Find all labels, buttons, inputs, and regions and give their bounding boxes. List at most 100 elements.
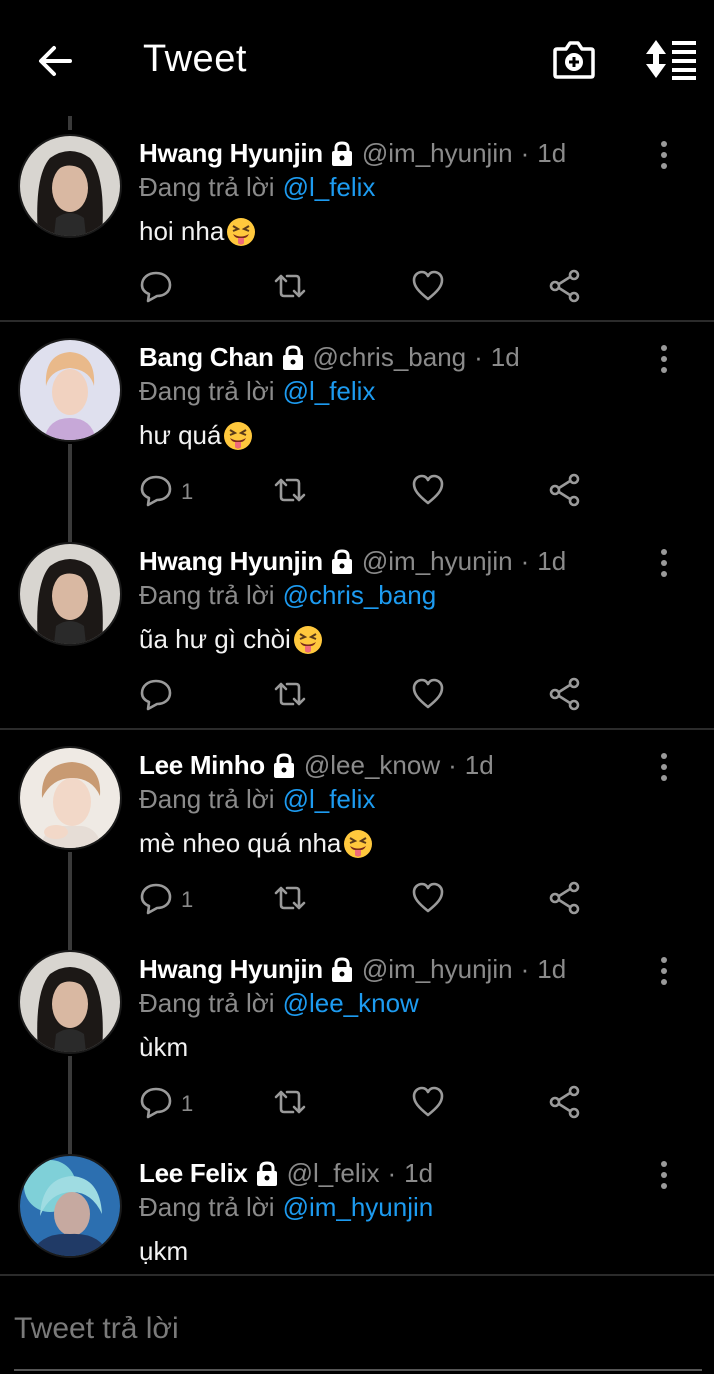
sort-replies-icon[interactable] [644, 38, 698, 80]
tweet-header: Bang Chan @chris_bang · 1d [139, 342, 520, 373]
tweet-reply[interactable]: Hwang Hyunjin @im_hyunjin · 1d Đang trả … [0, 936, 714, 1140]
tweet-reply[interactable]: Hwang Hyunjin @im_hyunjin · 1d Đang trả … [0, 528, 714, 732]
replying-to: Đang trả lời @lee_know [139, 988, 419, 1019]
tweet-header: Lee Felix @l_felix · 1d [139, 1158, 433, 1189]
tweet-reply[interactable]: Bang Chan @chris_bang · 1d Đang trả lời @… [0, 324, 714, 528]
tweet-header: Hwang Hyunjin @im_hyunjin · 1d [139, 546, 566, 577]
replying-to-label: Đang trả lời [139, 784, 275, 814]
reply-icon [139, 269, 173, 308]
lock-icon [255, 1160, 279, 1187]
page-title: Tweet [143, 38, 247, 80]
retweet-button[interactable] [273, 474, 307, 510]
back-arrow-icon[interactable] [34, 40, 76, 82]
tweet-actions: 1 [139, 1085, 599, 1126]
reply-button[interactable]: 1 [139, 882, 193, 918]
lock-icon [330, 548, 354, 575]
mention-link[interactable]: @lee_know [283, 988, 419, 1018]
reply-icon [139, 677, 173, 716]
more-options-icon[interactable] [653, 956, 675, 986]
avatar-hwang-hyunjin[interactable] [18, 542, 122, 646]
share-button[interactable] [548, 1085, 582, 1124]
tweet-reply[interactable]: Lee Minho @lee_know · 1d Đang trả lời @l_… [0, 732, 714, 936]
more-options-icon[interactable] [653, 548, 675, 578]
like-button[interactable] [411, 1086, 445, 1122]
tweet-text: ũa hư gì chòi [139, 624, 323, 655]
mention-link[interactable]: @l_felix [283, 376, 376, 406]
reply-icon [139, 473, 173, 512]
username-handle[interactable]: @im_hyunjin [362, 954, 513, 985]
replying-to: Đang trả lời @chris_bang [139, 580, 436, 611]
share-button[interactable] [548, 473, 582, 510]
share-button[interactable] [548, 881, 582, 920]
retweet-button[interactable] [273, 1086, 307, 1122]
display-name[interactable]: Bang Chan [139, 342, 274, 373]
tweet-header: Hwang Hyunjin @im_hyunjin · 1d [139, 138, 566, 169]
like-button[interactable] [411, 270, 445, 306]
more-options-icon[interactable] [653, 752, 675, 782]
input-underline [14, 1369, 702, 1371]
reply-button[interactable]: 1 [139, 1086, 193, 1122]
retweet-button[interactable] [273, 678, 307, 714]
separator-dot: · [520, 954, 530, 984]
replying-to: Đang trả lời @l_felix [139, 784, 375, 815]
tweet-text: ụkm [139, 1236, 188, 1267]
reply-button[interactable]: 1 [139, 474, 193, 510]
tweet-reply[interactable]: Lee Felix @l_felix · 1d Đang trả lời @im_… [0, 1140, 714, 1274]
display-name[interactable]: Hwang Hyunjin [139, 546, 323, 577]
username-handle[interactable]: @im_hyunjin [362, 546, 513, 577]
tweet-actions: 1 [139, 473, 599, 514]
more-options-icon[interactable] [653, 1160, 675, 1190]
display-name[interactable]: Lee Minho [139, 750, 265, 781]
username-handle[interactable]: @im_hyunjin [362, 138, 513, 169]
username-handle[interactable]: @chris_bang [313, 342, 467, 373]
tweet-text: mè nheo quá nha [139, 828, 373, 859]
reply-count: 1 [181, 887, 194, 912]
like-button[interactable] [411, 474, 445, 510]
share-icon [548, 1085, 582, 1124]
more-options-icon[interactable] [653, 344, 675, 374]
share-icon [548, 677, 582, 716]
tweet-body: hư quá [139, 420, 222, 450]
reply-count: 1 [181, 1091, 194, 1116]
more-options-icon[interactable] [653, 140, 675, 170]
display-name[interactable]: Lee Felix [139, 1158, 248, 1189]
share-icon [548, 881, 582, 920]
share-button[interactable] [548, 677, 582, 716]
retweet-icon [273, 677, 307, 716]
reply-button[interactable] [139, 270, 181, 306]
reply-count: 1 [181, 479, 194, 504]
tweet-header: Hwang Hyunjin @im_hyunjin · 1d [139, 954, 566, 985]
username-handle[interactable]: @l_felix [287, 1158, 380, 1189]
username-handle[interactable]: @lee_know [304, 750, 440, 781]
mention-link[interactable]: @im_hyunjin [283, 1192, 434, 1222]
replying-to: Đang trả lời @l_felix [139, 376, 375, 407]
mention-link[interactable]: @l_felix [283, 784, 376, 814]
avatar-hwang-hyunjin[interactable] [18, 134, 122, 238]
avatar-hwang-hyunjin[interactable] [18, 950, 122, 1054]
lock-icon [330, 140, 354, 167]
retweet-icon [273, 473, 307, 512]
display-name[interactable]: Hwang Hyunjin [139, 954, 323, 985]
replying-to-label: Đang trả lời [139, 580, 275, 610]
like-button[interactable] [411, 678, 445, 714]
tweet-body: hoi nha [139, 216, 225, 246]
avatar-lee-felix[interactable] [18, 1154, 122, 1258]
retweet-button[interactable] [273, 882, 307, 918]
retweet-button[interactable] [273, 270, 307, 306]
share-button[interactable] [548, 269, 582, 306]
retweet-icon [273, 269, 307, 308]
divider [0, 1274, 714, 1276]
like-button[interactable] [411, 882, 445, 918]
tweet-actions [139, 269, 599, 310]
tweet-actions: 1 [139, 881, 599, 922]
avatar-bang-chan[interactable] [18, 338, 122, 442]
mention-link[interactable]: @l_felix [283, 172, 376, 202]
mention-link[interactable]: @chris_bang [283, 580, 437, 610]
display-name[interactable]: Hwang Hyunjin [139, 138, 323, 169]
tweet-reply[interactable]: Hwang Hyunjin @im_hyunjin · 1d Đang trả … [0, 120, 714, 324]
replying-to: Đang trả lời @im_hyunjin [139, 1192, 433, 1223]
reply-button[interactable] [139, 678, 181, 714]
add-photo-camera-icon[interactable] [552, 38, 596, 80]
avatar-lee-minho[interactable] [18, 746, 122, 850]
reply-input[interactable] [14, 1299, 704, 1359]
